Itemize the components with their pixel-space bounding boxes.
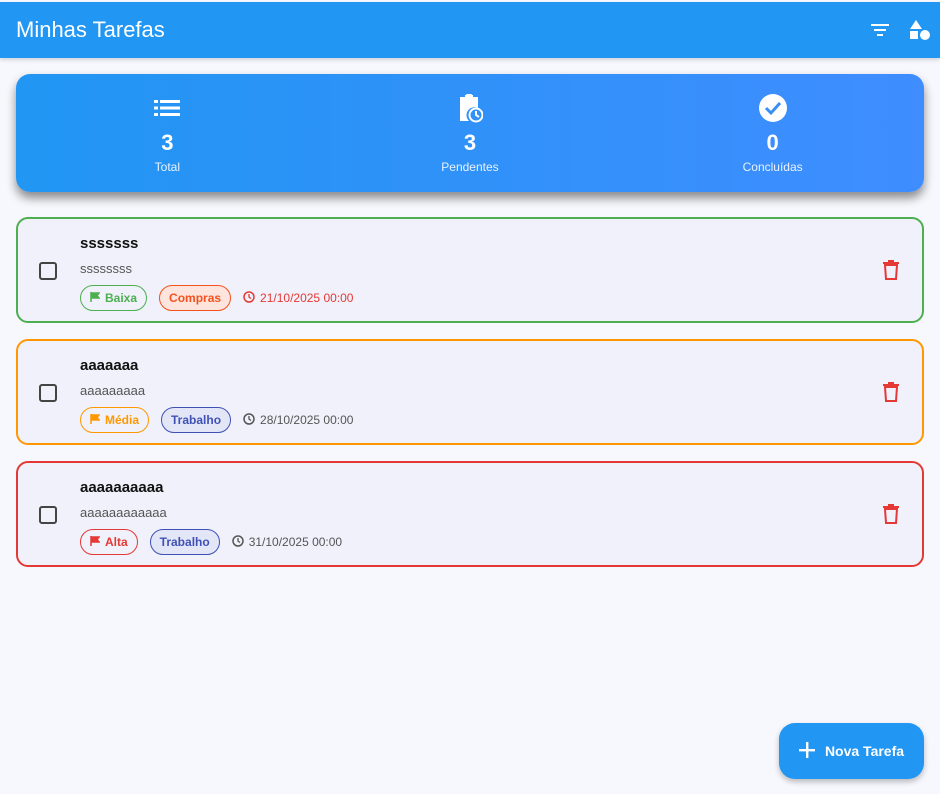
filter-icon[interactable] xyxy=(868,18,892,42)
stat-pending-value: 3 xyxy=(463,130,477,155)
task-title: aaaaaaaaaa xyxy=(80,479,164,496)
stat-total-value: 3 xyxy=(161,130,174,155)
task-description: aaaaaaaaaaaa xyxy=(80,505,167,520)
task-checkbox[interactable] xyxy=(39,384,57,402)
stat-pending-label: Pendentes xyxy=(441,160,499,174)
priority-label: Média xyxy=(105,413,140,427)
flag-icon xyxy=(90,291,101,305)
app-bar: Minhas Tarefas xyxy=(0,2,940,58)
stat-completed-value: 0 xyxy=(766,130,779,155)
category-chip: Compras xyxy=(159,285,232,311)
priority-chip: Média xyxy=(80,407,150,433)
task-date-text: 21/10/2025 00:00 xyxy=(260,291,354,305)
task-checkbox[interactable] xyxy=(39,506,57,524)
delete-icon[interactable] xyxy=(880,503,902,525)
app-title: Minhas Tarefas xyxy=(16,17,165,42)
new-task-button[interactable]: Nova Tarefa xyxy=(779,723,924,779)
category-chip: Trabalho xyxy=(149,529,220,555)
task-description: aaaaaaaaa xyxy=(80,383,146,398)
delete-icon[interactable] xyxy=(880,381,902,403)
clock-icon xyxy=(231,534,244,550)
task-card[interactable]: sssssss ssssssss Baixa Compras 21/10/202… xyxy=(16,217,924,323)
task-card[interactable]: aaaaaaaaaa aaaaaaaaaaaa Alta Trabalho 31… xyxy=(16,461,924,567)
priority-label: Alta xyxy=(105,535,128,549)
task-description: ssssssss xyxy=(80,261,132,276)
priority-label: Baixa xyxy=(105,291,138,305)
stats-card: 3 Total 3 Pendentes 0 Concluídas xyxy=(16,74,924,192)
stat-completed-label: Concluídas xyxy=(742,160,803,174)
clipboard-clock-icon xyxy=(457,92,483,124)
plus-icon xyxy=(798,741,815,761)
task-checkbox[interactable] xyxy=(39,262,57,280)
clock-icon xyxy=(243,412,255,428)
shapes-icon[interactable] xyxy=(908,18,932,42)
stat-total-label: Total xyxy=(154,160,180,174)
clock-icon xyxy=(243,290,255,306)
flag-icon xyxy=(90,535,101,549)
category-label: Compras xyxy=(169,291,222,305)
task-date: 31/10/2025 00:00 xyxy=(231,534,343,550)
stat-completed: 0 Concluídas xyxy=(673,92,873,174)
category-label: Trabalho xyxy=(159,535,210,549)
task-date: 28/10/2025 00:00 xyxy=(243,412,354,428)
stat-total: 3 Total xyxy=(67,92,267,174)
new-task-label: Nova Tarefa xyxy=(824,743,905,759)
flag-icon xyxy=(90,413,101,427)
delete-icon[interactable] xyxy=(880,259,902,281)
list-icon xyxy=(154,92,181,124)
task-date: 21/10/2025 00:00 xyxy=(243,290,354,306)
category-chip: Trabalho xyxy=(161,407,232,433)
priority-chip: Baixa xyxy=(80,285,148,311)
task-date-text: 31/10/2025 00:00 xyxy=(248,535,343,549)
task-title: sssssss xyxy=(80,235,139,252)
task-card[interactable]: aaaaaaa aaaaaaaaa Média Trabalho 28/10/2… xyxy=(16,339,924,445)
task-date-text: 28/10/2025 00:00 xyxy=(260,413,354,427)
check-circle-icon xyxy=(758,92,788,124)
task-title: aaaaaaa xyxy=(80,357,139,374)
stat-pending: 3 Pendentes xyxy=(370,92,570,174)
category-label: Trabalho xyxy=(171,413,222,427)
priority-chip: Alta xyxy=(80,529,138,555)
